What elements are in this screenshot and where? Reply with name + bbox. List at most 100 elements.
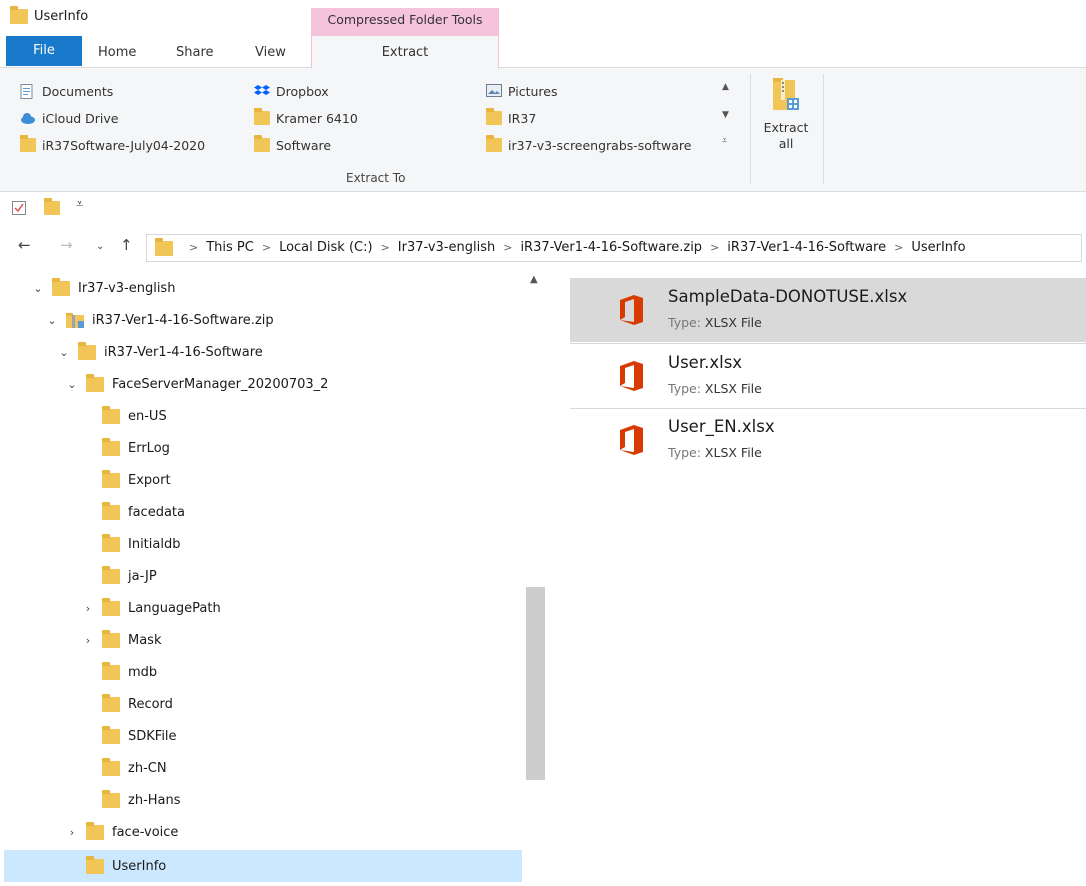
tree-item-label: Initialdb [128,536,181,552]
tree-item-sdkfile[interactable]: SDKFile [80,721,177,751]
customize-toolbar-icon[interactable]: ⩡ [76,197,83,212]
file-item-user[interactable]: User.xlsx Type: XLSX File [570,344,1086,408]
gallery-more-icon[interactable]: ⩡ [722,136,727,146]
compressed-folder-tools-header: Compressed Folder Tools [311,8,499,36]
extract-to-documents[interactable]: Documents [20,80,113,102]
tree-item-label: mdb [128,664,158,680]
forward-arrow-icon[interactable]: → [60,236,73,254]
tree-item-label: face-voice [112,824,179,840]
extract-to-software[interactable]: Software [254,134,331,156]
chevron-down-icon[interactable]: ⌄ [56,346,72,359]
breadcrumb: > This PC > Local Disk (C:) > Ir37-v3-english… [181,240,966,255]
tree-item-ir37-v3-english[interactable]: ⌄ Ir37-v3-english [30,273,175,303]
office-icon [616,294,646,326]
file-item-user-en[interactable]: User_EN.xlsx Type: XLSX File [570,408,1086,472]
chevron-down-icon[interactable]: ⌄ [64,378,80,391]
extract-to-pictures[interactable]: Pictures [486,80,558,102]
scroll-up-icon[interactable]: ▲ [530,274,538,285]
ribbon-tab-strip: File Home Share View Extract [0,36,1086,69]
extract-to-ir37-v3-screengrabs-software[interactable]: ir37-v3-screengrabs-software [486,134,691,156]
tree-item-label: zh-CN [128,760,167,776]
tab-share[interactable]: Share [176,36,214,68]
breadcrumb-separator-icon[interactable]: > [503,241,512,254]
navigation-scrollbar[interactable]: ▲ [524,268,546,886]
breadcrumb-separator-icon: > [189,241,199,254]
breadcrumb-separator-icon[interactable]: > [710,241,719,254]
gallery-item-label: IR37 [508,110,537,126]
extract-to-dropbox[interactable]: Dropbox [254,80,329,102]
file-type-value: XLSX File [704,381,762,396]
tab-view[interactable]: View [255,36,286,68]
tree-item-label: iR37-Ver1-4-16-Software [104,344,263,360]
extract-to-group-label: Extract To [346,171,406,185]
navigation-row: ← → ⌄ ↑ > This PC > Local Disk (C:) > Ir37-v3… [0,230,1086,264]
tree-item-export[interactable]: Export [80,465,171,495]
extract-to-kramer-6410[interactable]: Kramer 6410 [254,107,358,129]
office-icon [616,360,646,392]
tree-item-mask[interactable]: › Mask [80,625,161,655]
tree-item-zh-cn[interactable]: zh-CN [80,753,167,783]
chevron-right-icon[interactable]: › [80,634,96,647]
tree-item-label: Ir37-v3-english [78,280,176,296]
extract-to-ir37software-july04-2020[interactable]: iR37Software-July04-2020 [20,134,205,156]
chevron-right-icon[interactable]: › [80,602,96,615]
chevron-down-icon[interactable]: ⌄ [44,314,60,327]
file-type-value: XLSX File [704,445,762,460]
folder-icon [20,135,36,152]
tree-item-mdb[interactable]: mdb [80,657,157,687]
tab-extract[interactable]: Extract [311,36,499,69]
tree-item-faceservermanager[interactable]: ⌄ FaceServerManager_20200703_2 [64,369,328,399]
breadcrumb-separator-icon[interactable]: > [894,241,903,254]
breadcrumb-zip[interactable]: iR37-Ver1-4-16-Software.zip [520,240,702,255]
file-name: User.xlsx [668,353,743,372]
gallery-item-label: Documents [42,83,114,99]
breadcrumb-local-disk[interactable]: Local Disk (C:) [279,240,372,255]
tree-item-facedata[interactable]: facedata [80,497,185,527]
tree-item-languagepath[interactable]: › LanguagePath [80,593,221,623]
chevron-down-icon[interactable]: ⌄ [30,282,46,295]
tree-item-ja-jp[interactable]: ja-JP [80,561,157,591]
folder-icon [254,108,270,125]
gallery-scroll-down-icon[interactable]: ▼ [722,110,729,120]
up-arrow-icon[interactable]: ↑ [120,236,133,254]
new-folder-icon[interactable] [44,198,60,215]
folder-icon [486,135,502,152]
gallery-item-label: iR37Software-July04-2020 [42,137,206,153]
gallery-scroll-up-icon[interactable]: ▲ [722,82,729,92]
folder-icon [155,238,173,256]
breadcrumb-ir37-v3-english[interactable]: Ir37-v3-english [398,240,495,255]
folder-icon [102,757,120,776]
tree-item-userinfo[interactable]: UserInfo [64,851,166,881]
tree-item-face-voice[interactable]: › face-voice [64,817,178,847]
tree-item-ir37-ver1-4-16-software[interactable]: ⌄ iR37-Ver1-4-16-Software [56,337,263,367]
address-bar[interactable]: > This PC > Local Disk (C:) > Ir37-v3-english… [146,234,1082,262]
breadcrumb-separator-icon[interactable]: > [381,241,390,254]
ribbon-divider [750,74,751,184]
tree-item-errlog[interactable]: ErrLog [80,433,170,463]
extract-to-ir37[interactable]: IR37 [486,107,536,129]
breadcrumb-userinfo[interactable]: UserInfo [911,240,965,255]
tree-item-zh-hans[interactable]: zh-Hans [80,785,181,815]
tree-item-initialdb[interactable]: Initialdb [80,529,180,559]
extract-to-icloud-drive[interactable]: iCloud Drive [20,107,118,129]
folder-icon [486,108,502,125]
chevron-right-icon[interactable]: › [64,826,80,839]
breadcrumb-software-folder[interactable]: iR37-Ver1-4-16-Software [727,240,886,255]
tab-file[interactable]: File [6,36,82,66]
back-arrow-icon[interactable]: ← [18,236,31,254]
tree-item-zip[interactable]: ⌄ iR37-Ver1-4-16-Software.zip [44,305,274,335]
recent-locations-chevron-icon[interactable]: ⌄ [96,241,104,252]
scrollbar-thumb[interactable] [526,587,545,780]
extract-all-button[interactable]: Extract all [756,76,816,166]
breadcrumb-separator-icon[interactable]: > [262,241,271,254]
breadcrumb-this-pc[interactable]: This PC [206,240,254,255]
gallery-item-label: Software [276,137,332,153]
tree-item-record[interactable]: Record [80,689,173,719]
tab-home[interactable]: Home [98,36,136,68]
zip-folder-icon [66,312,84,328]
file-item-sampledata[interactable]: SampleData-DONOTUSE.xlsx Type: XLSX File [570,278,1086,342]
properties-check-icon[interactable] [12,201,26,215]
tree-item-label: Mask [128,632,162,648]
tree-item-en-us[interactable]: en-US [80,401,167,431]
extract-all-label-1: Extract [763,120,809,135]
